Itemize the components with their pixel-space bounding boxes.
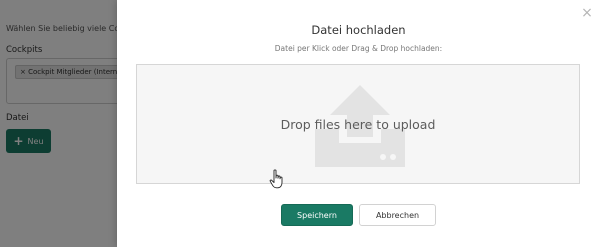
cancel-button[interactable]: Abbrechen	[359, 204, 436, 226]
upload-modal: × Datei hochladen Datei per Klick oder D…	[117, 0, 600, 247]
save-button[interactable]: Speichern	[281, 204, 353, 226]
hand-pointer-icon	[269, 169, 283, 189]
dropzone-text: Drop files here to upload	[280, 117, 436, 132]
close-icon[interactable]: ×	[580, 6, 594, 20]
dropzone[interactable]: Drop files here to upload	[136, 64, 580, 189]
modal-title: Datei hochladen	[311, 23, 406, 37]
modal-subtitle: Datei per Klick oder Drag & Drop hochlad…	[274, 44, 443, 53]
